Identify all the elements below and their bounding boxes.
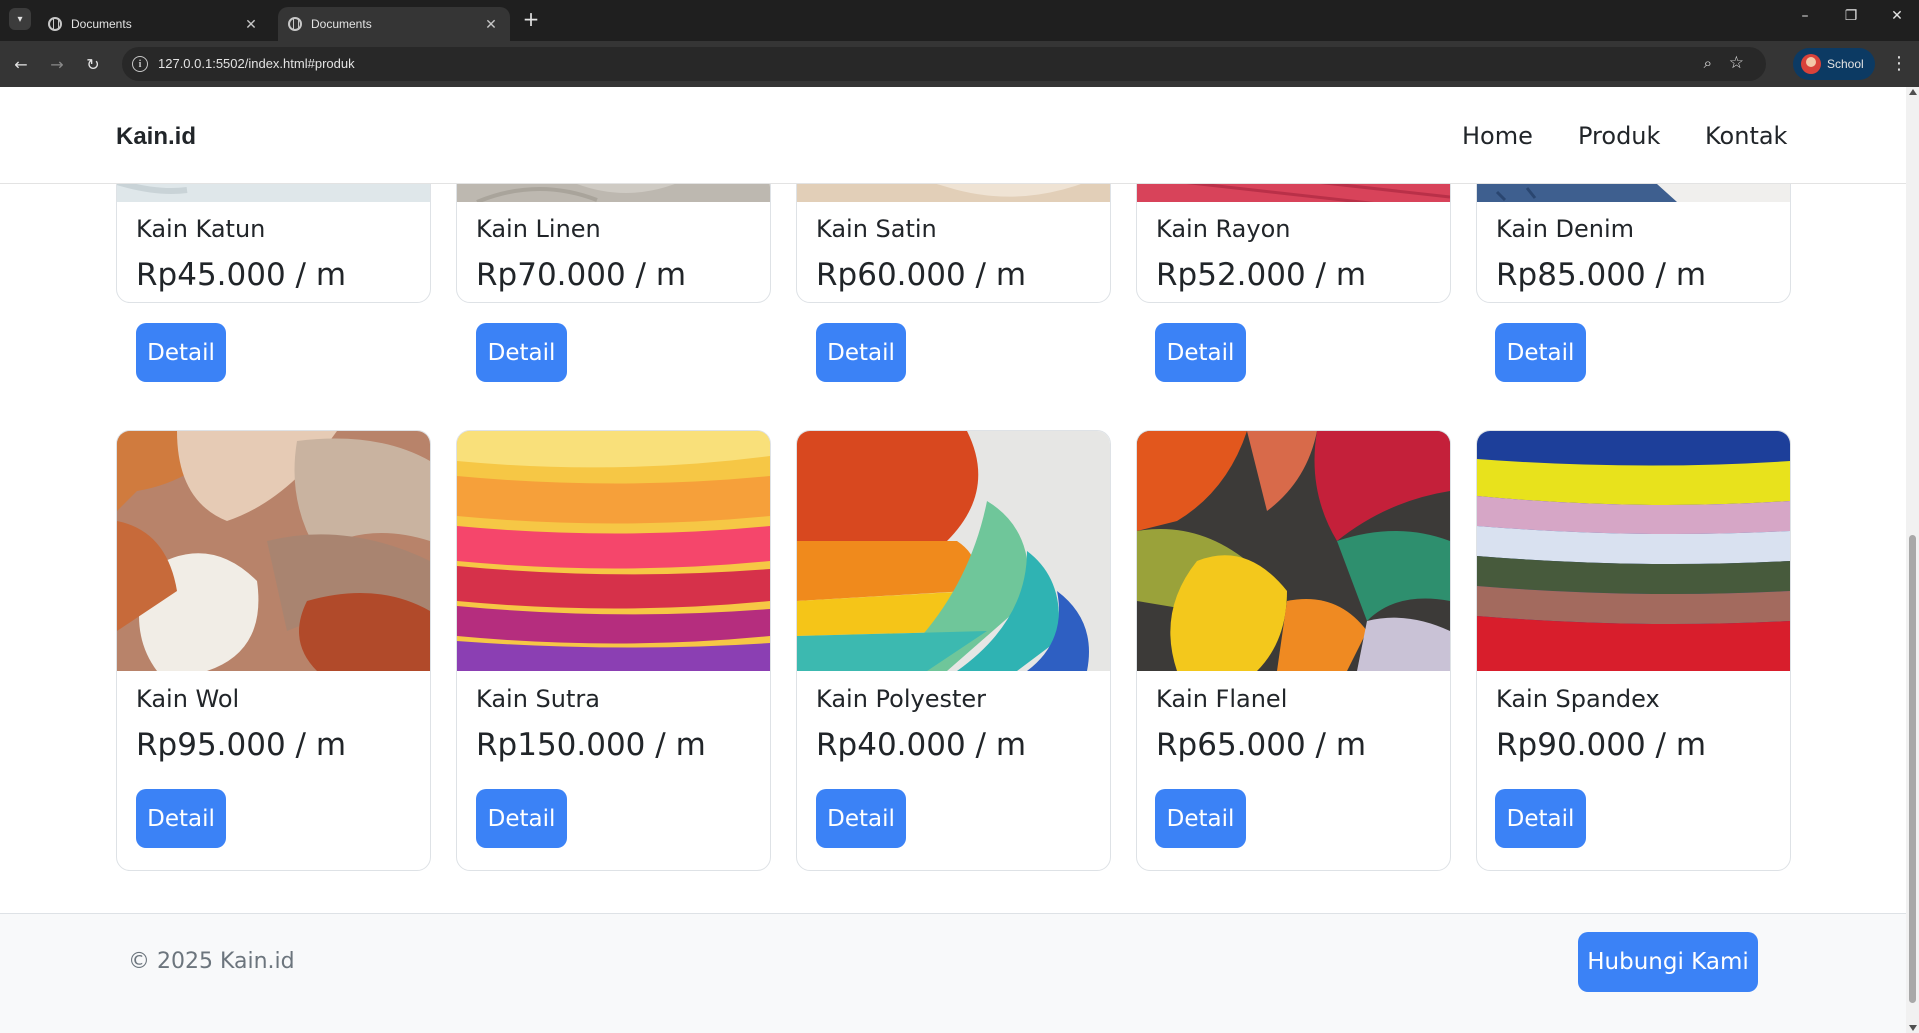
bookmark-star-icon[interactable]: ☆: [1729, 53, 1744, 73]
nav-link-kontak[interactable]: Kontak: [1705, 122, 1787, 150]
detail-button[interactable]: Detail: [816, 323, 906, 382]
product-price: Rp70.000 / m: [476, 257, 687, 293]
close-window-icon[interactable]: ✕: [1882, 8, 1912, 24]
browser-toolbar: ← → ↻ i 127.0.0.1:5502/index.html#produk…: [0, 41, 1919, 87]
scroll-up-icon[interactable]: [1909, 89, 1917, 95]
minimize-icon[interactable]: –: [1790, 8, 1820, 24]
product-price: Rp52.000 / m: [1156, 257, 1367, 293]
browser-tab[interactable]: Documents ✕: [38, 7, 270, 41]
product-name: Kain Polyester: [816, 685, 987, 713]
detail-button[interactable]: Detail: [476, 323, 567, 382]
browser-tab-bar: ▾ Documents ✕ Documents ✕ + – ❐ ✕: [0, 0, 1919, 41]
globe-icon: [48, 17, 62, 31]
tab-title: Documents: [311, 17, 372, 31]
copyright-text: © 2025 Kain.id: [128, 949, 295, 974]
scroll-down-icon[interactable]: [1909, 1025, 1917, 1031]
globe-icon: [288, 17, 302, 31]
product-price: Rp60.000 / m: [816, 257, 1027, 293]
page-scrollbar[interactable]: [1906, 87, 1919, 1033]
tab-title: Documents: [71, 17, 132, 31]
site-footer: © 2025 Kain.id Hubungi Kami: [0, 913, 1906, 1033]
site-info-icon[interactable]: i: [132, 56, 148, 72]
product-name: Kain Katun: [136, 215, 266, 243]
url-text[interactable]: 127.0.0.1:5502/index.html#produk: [158, 56, 355, 71]
product-image: [1137, 431, 1450, 671]
nav-link-home[interactable]: Home: [1462, 122, 1533, 150]
page-viewport: Kain Katun Rp45.000 / m Detail Kain Line…: [0, 87, 1906, 1033]
site-navbar: Kain.id Home Produk Kontak: [0, 87, 1906, 184]
product-image: [1477, 431, 1790, 671]
product-price: Rp45.000 / m: [136, 257, 347, 293]
site-brand[interactable]: Kain.id: [116, 123, 196, 151]
product-name: Kain Flanel: [1156, 685, 1288, 713]
detail-button[interactable]: Detail: [476, 789, 567, 848]
product-price: Rp65.000 / m: [1156, 727, 1367, 763]
product-price: Rp95.000 / m: [136, 727, 347, 763]
browser-menu-icon[interactable]: ⋮: [1890, 53, 1908, 74]
detail-button[interactable]: Detail: [136, 323, 226, 382]
new-tab-button[interactable]: +: [520, 7, 542, 31]
nav-link-produk[interactable]: Produk: [1578, 122, 1660, 150]
detail-button[interactable]: Detail: [136, 789, 226, 848]
detail-button[interactable]: Detail: [816, 789, 906, 848]
product-image: [117, 431, 430, 671]
product-name: Kain Sutra: [476, 685, 600, 713]
product-name: Kain Denim: [1496, 215, 1635, 243]
detail-button[interactable]: Detail: [1155, 323, 1246, 382]
detail-button[interactable]: Detail: [1155, 789, 1246, 848]
profile-label: School: [1827, 57, 1864, 71]
product-name: Kain Linen: [476, 215, 601, 243]
close-tab-icon[interactable]: ✕: [242, 16, 260, 33]
product-image: [797, 431, 1110, 671]
contact-button[interactable]: Hubungi Kami: [1578, 932, 1758, 992]
product-name: Kain Rayon: [1156, 215, 1291, 243]
avatar: [1801, 54, 1821, 74]
browser-tab-active[interactable]: Documents ✕: [278, 7, 510, 41]
product-name: Kain Satin: [816, 215, 937, 243]
product-price: Rp90.000 / m: [1496, 727, 1707, 763]
close-tab-icon[interactable]: ✕: [482, 16, 500, 33]
product-price: Rp150.000 / m: [476, 727, 706, 763]
restore-icon[interactable]: ❐: [1836, 8, 1866, 24]
scrollbar-thumb[interactable]: [1909, 535, 1916, 1003]
product-name: Kain Spandex: [1496, 685, 1660, 713]
product-name: Kain Wol: [136, 685, 240, 713]
product-price: Rp40.000 / m: [816, 727, 1027, 763]
back-icon[interactable]: ←: [10, 53, 32, 75]
product-price: Rp85.000 / m: [1496, 257, 1707, 293]
reload-icon[interactable]: ↻: [82, 53, 104, 75]
zoom-icon[interactable]: ⌕: [1704, 54, 1712, 72]
tab-search-button[interactable]: ▾: [9, 8, 31, 30]
detail-button[interactable]: Detail: [1495, 323, 1586, 382]
detail-button[interactable]: Detail: [1495, 789, 1586, 848]
address-bar[interactable]: i 127.0.0.1:5502/index.html#produk ⌕ ☆: [122, 47, 1766, 81]
product-image: [457, 431, 770, 671]
profile-button[interactable]: School: [1793, 48, 1875, 80]
forward-icon[interactable]: →: [46, 53, 68, 75]
